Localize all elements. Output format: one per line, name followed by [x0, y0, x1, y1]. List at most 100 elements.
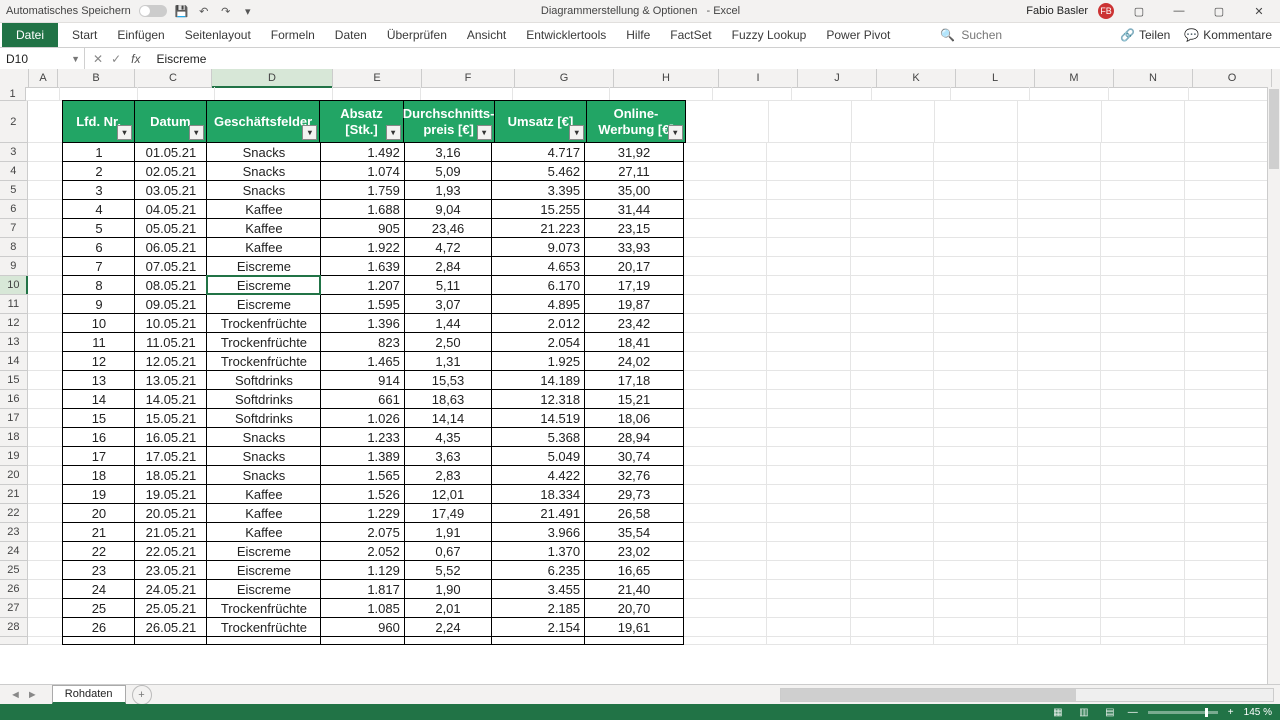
cell-H10[interactable]: 17,19 [584, 275, 684, 295]
cell-H27[interactable]: 20,70 [584, 598, 684, 618]
cell-F14[interactable]: 1,31 [404, 351, 492, 371]
cell-B22[interactable]: 20 [62, 503, 135, 523]
cell-H8[interactable]: 33,93 [584, 237, 684, 257]
ribbon-display-icon[interactable]: ▢ [1124, 5, 1154, 18]
cell-K14[interactable] [851, 352, 934, 371]
cell-K22[interactable] [851, 504, 934, 523]
cell-D18[interactable]: Snacks [206, 427, 321, 447]
cell-B18[interactable]: 16 [62, 427, 135, 447]
spreadsheet-grid[interactable]: ABCDEFGHIJKLMNO 12Lfd. Nr.▾Datum▾Geschäf… [0, 69, 1280, 685]
cell-B5[interactable]: 3 [62, 180, 135, 200]
cell-J10[interactable] [767, 276, 850, 295]
cell-G15[interactable]: 14.189 [491, 370, 585, 390]
table-header-4[interactable]: Durchschnitts-preis [€]▾ [403, 100, 495, 143]
zoom-level[interactable]: 145 % [1244, 707, 1272, 718]
cell-K17[interactable] [851, 409, 934, 428]
cell-A16[interactable] [28, 390, 64, 409]
cell-F24[interactable]: 0,67 [404, 541, 492, 561]
cell-A20[interactable] [28, 466, 64, 485]
row-header-9[interactable]: 9 [0, 257, 28, 276]
cell-B14[interactable]: 12 [62, 351, 135, 371]
cell-A17[interactable] [28, 409, 64, 428]
cell-A15[interactable] [28, 371, 64, 390]
cell-C16[interactable]: 14.05.21 [134, 389, 207, 409]
cell-G16[interactable]: 12.318 [491, 389, 585, 409]
view-normal-icon[interactable]: ▦ [1050, 707, 1066, 718]
cell-G6[interactable]: 15.255 [491, 199, 585, 219]
cell-B13[interactable]: 11 [62, 332, 135, 352]
cell-A18[interactable] [28, 428, 64, 447]
cell-A28[interactable] [28, 618, 64, 637]
cell-I22[interactable] [684, 504, 767, 523]
cell-A11[interactable] [28, 295, 64, 314]
cell-I21[interactable] [684, 485, 767, 504]
cell-E29[interactable] [320, 636, 404, 645]
cell-M15[interactable] [1018, 371, 1101, 390]
row-header-20[interactable]: 20 [0, 466, 28, 485]
cell-J20[interactable] [767, 466, 850, 485]
cell-D16[interactable]: Softdrinks [206, 389, 321, 409]
cell-O1[interactable] [1189, 87, 1268, 101]
col-header-I[interactable]: I [719, 69, 798, 87]
cell-J18[interactable] [767, 428, 850, 447]
cell-M9[interactable] [1018, 257, 1101, 276]
redo-icon[interactable]: ↷ [219, 4, 233, 18]
cell-E7[interactable]: 905 [320, 218, 404, 238]
cell-L26[interactable] [934, 580, 1017, 599]
cell-G24[interactable]: 1.370 [491, 541, 585, 561]
cell-M20[interactable] [1018, 466, 1101, 485]
col-header-B[interactable]: B [58, 69, 135, 87]
cell-J8[interactable] [767, 238, 850, 257]
row-header-6[interactable]: 6 [0, 200, 28, 219]
tab-ansicht[interactable]: Ansicht [457, 23, 516, 47]
cell-E26[interactable]: 1.817 [320, 579, 404, 599]
cell-B6[interactable]: 4 [62, 199, 135, 219]
cell-F8[interactable]: 4,72 [404, 237, 492, 257]
cell-I25[interactable] [684, 561, 767, 580]
cell-K27[interactable] [851, 599, 934, 618]
cell-G7[interactable]: 21.223 [491, 218, 585, 238]
cell-I26[interactable] [684, 580, 767, 599]
cell-B27[interactable]: 25 [62, 598, 135, 618]
cell-I7[interactable] [684, 219, 767, 238]
cell-F9[interactable]: 2,84 [404, 256, 492, 276]
cell-M2[interactable] [1018, 101, 1101, 143]
cell-N21[interactable] [1101, 485, 1184, 504]
cell-J6[interactable] [767, 200, 850, 219]
tab-daten[interactable]: Daten [325, 23, 377, 47]
cell-N16[interactable] [1101, 390, 1184, 409]
cell-B28[interactable]: 26 [62, 617, 135, 637]
undo-icon[interactable]: ↶ [197, 4, 211, 18]
cell-H23[interactable]: 35,54 [584, 522, 684, 542]
cell-K24[interactable] [851, 542, 934, 561]
cell-C12[interactable]: 10.05.21 [134, 313, 207, 333]
cell-A23[interactable] [28, 523, 64, 542]
cell-G13[interactable]: 2.054 [491, 332, 585, 352]
formula-confirm-icon[interactable]: ✓ [111, 52, 121, 66]
cell-O12[interactable] [1185, 314, 1268, 333]
cell-C26[interactable]: 24.05.21 [134, 579, 207, 599]
cell-I15[interactable] [684, 371, 767, 390]
cell-G25[interactable]: 6.235 [491, 560, 585, 580]
cell-A27[interactable] [28, 599, 64, 618]
cell-A26[interactable] [28, 580, 64, 599]
table-header-3[interactable]: Absatz [Stk.]▾ [319, 100, 403, 143]
cell-O4[interactable] [1185, 162, 1268, 181]
cell-F11[interactable]: 3,07 [404, 294, 492, 314]
cell-O23[interactable] [1185, 523, 1268, 542]
cell-D14[interactable]: Trockenfrüchte [206, 351, 321, 371]
cell-K15[interactable] [851, 371, 934, 390]
cell-A8[interactable] [28, 238, 64, 257]
cell-C19[interactable]: 17.05.21 [134, 446, 207, 466]
cell-L2[interactable] [935, 101, 1018, 143]
col-header-A[interactable]: A [29, 69, 58, 87]
cell-M19[interactable] [1018, 447, 1101, 466]
cell-D15[interactable]: Softdrinks [206, 370, 321, 390]
cell-A24[interactable] [28, 542, 64, 561]
cell-K12[interactable] [851, 314, 934, 333]
qat-customize-icon[interactable]: ▾ [241, 4, 255, 18]
cell-M12[interactable] [1018, 314, 1101, 333]
cell-F21[interactable]: 12,01 [404, 484, 492, 504]
cell-F26[interactable]: 1,90 [404, 579, 492, 599]
cell-B17[interactable]: 15 [62, 408, 135, 428]
